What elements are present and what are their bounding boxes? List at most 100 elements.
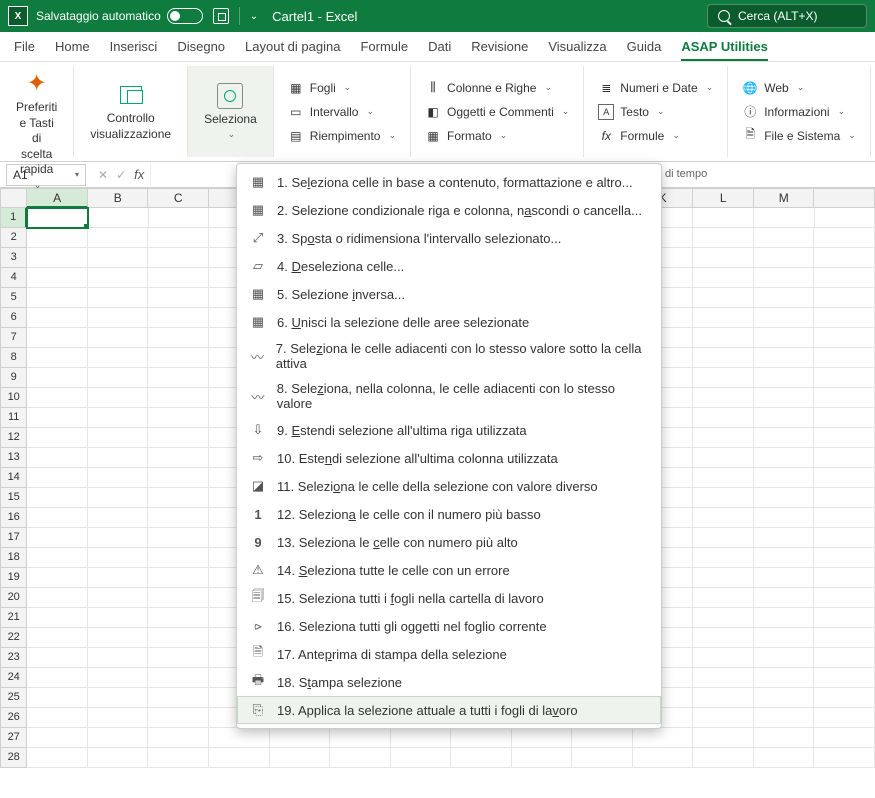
menu-item-15[interactable]: 🗐15. Seleziona tutti i fogli nella carte…	[237, 584, 661, 612]
cell[interactable]	[693, 548, 754, 568]
cell[interactable]	[88, 628, 149, 648]
menu-item-7[interactable]: 〰7. Seleziona le celle adiacenti con lo …	[237, 336, 661, 376]
formule-button[interactable]: fxFormule⌄	[594, 126, 717, 146]
cell[interactable]	[754, 388, 815, 408]
cell[interactable]	[148, 688, 209, 708]
cell[interactable]	[88, 488, 149, 508]
cell[interactable]	[88, 668, 149, 688]
cell[interactable]	[512, 728, 573, 748]
formato-button[interactable]: ▦Formato⌄	[421, 126, 573, 146]
cell[interactable]	[693, 208, 754, 228]
cell[interactable]	[754, 648, 815, 668]
cell[interactable]	[693, 728, 754, 748]
cell[interactable]	[814, 708, 875, 728]
cell[interactable]	[270, 728, 331, 748]
cell[interactable]	[814, 728, 875, 748]
row-header[interactable]: 16	[0, 508, 27, 528]
cell[interactable]	[27, 648, 88, 668]
cell[interactable]	[148, 548, 209, 568]
cell[interactable]	[814, 688, 875, 708]
cell[interactable]	[814, 608, 875, 628]
row-header[interactable]: 19	[0, 568, 27, 588]
row-header[interactable]: 15	[0, 488, 27, 508]
cell[interactable]	[814, 448, 875, 468]
cell[interactable]	[88, 308, 149, 328]
cell[interactable]	[148, 308, 209, 328]
cell[interactable]	[693, 388, 754, 408]
cell[interactable]	[754, 568, 815, 588]
row-header[interactable]: 5	[0, 288, 27, 308]
cell[interactable]	[148, 468, 209, 488]
cell[interactable]	[88, 608, 149, 628]
cell[interactable]	[693, 708, 754, 728]
cell[interactable]	[148, 288, 209, 308]
cell[interactable]	[814, 648, 875, 668]
cell[interactable]	[572, 728, 633, 748]
cell[interactable]	[27, 728, 88, 748]
cell[interactable]	[633, 748, 694, 768]
row-header[interactable]: 28	[0, 748, 27, 768]
cell[interactable]	[754, 508, 815, 528]
cell[interactable]	[814, 628, 875, 648]
row-header[interactable]: 6	[0, 308, 27, 328]
row-header[interactable]: 22	[0, 628, 27, 648]
tab-inserisci[interactable]: Inserisci	[110, 39, 158, 54]
save-icon[interactable]	[213, 8, 229, 24]
cell[interactable]	[209, 748, 270, 768]
cell[interactable]	[754, 528, 815, 548]
cell[interactable]	[754, 708, 815, 728]
oggetti-commenti-button[interactable]: ◧Oggetti e Commenti⌄	[421, 102, 573, 122]
cell[interactable]	[148, 448, 209, 468]
cell[interactable]	[88, 468, 149, 488]
cell[interactable]	[814, 588, 875, 608]
cell[interactable]	[148, 668, 209, 688]
menu-item-18[interactable]: 🖶18. Stampa selezione	[237, 668, 661, 696]
row-header[interactable]: 20	[0, 588, 27, 608]
menu-item-3[interactable]: ⤢3. Sposta o ridimensiona l'intervallo s…	[237, 224, 661, 252]
cell[interactable]	[754, 668, 815, 688]
cell[interactable]	[814, 328, 875, 348]
cell[interactable]	[27, 708, 88, 728]
cell[interactable]	[88, 708, 149, 728]
cell[interactable]	[27, 468, 88, 488]
row-header[interactable]: 4	[0, 268, 27, 288]
cell[interactable]	[814, 408, 875, 428]
cell[interactable]	[88, 408, 149, 428]
cell[interactable]	[754, 288, 815, 308]
cell[interactable]	[754, 728, 815, 748]
cell[interactable]	[814, 248, 875, 268]
row-header[interactable]: 23	[0, 648, 27, 668]
cell[interactable]	[693, 448, 754, 468]
cell[interactable]	[693, 268, 754, 288]
row-header[interactable]: 21	[0, 608, 27, 628]
cell[interactable]	[148, 588, 209, 608]
menu-item-17[interactable]: 🗎17. Anteprima di stampa della selezione	[237, 640, 661, 668]
row-header[interactable]: 1	[0, 208, 27, 228]
cell[interactable]	[693, 508, 754, 528]
fogli-button[interactable]: ▦Fogli⌄	[284, 78, 400, 98]
cell[interactable]	[88, 348, 149, 368]
cell[interactable]	[451, 748, 512, 768]
cell[interactable]	[693, 668, 754, 688]
cell[interactable]	[88, 728, 149, 748]
cell[interactable]	[693, 348, 754, 368]
seleziona-button[interactable]: Seleziona ⌄	[198, 78, 263, 145]
cell[interactable]	[814, 488, 875, 508]
column-header[interactable]	[814, 188, 875, 208]
cell[interactable]	[27, 228, 88, 248]
cell[interactable]	[330, 728, 391, 748]
cell[interactable]	[88, 568, 149, 588]
cell[interactable]	[391, 748, 452, 768]
cell[interactable]	[814, 428, 875, 448]
menu-item-5[interactable]: ▦5. Selezione inversa...	[237, 280, 661, 308]
web-button[interactable]: 🌐Web⌄	[738, 78, 860, 98]
cell[interactable]	[88, 288, 149, 308]
row-header[interactable]: 24	[0, 668, 27, 688]
cell[interactable]	[754, 428, 815, 448]
cell[interactable]	[693, 468, 754, 488]
cell[interactable]	[27, 328, 88, 348]
cell[interactable]	[572, 748, 633, 768]
cell[interactable]	[88, 388, 149, 408]
cell[interactable]	[27, 668, 88, 688]
tab-file[interactable]: File	[14, 39, 35, 54]
